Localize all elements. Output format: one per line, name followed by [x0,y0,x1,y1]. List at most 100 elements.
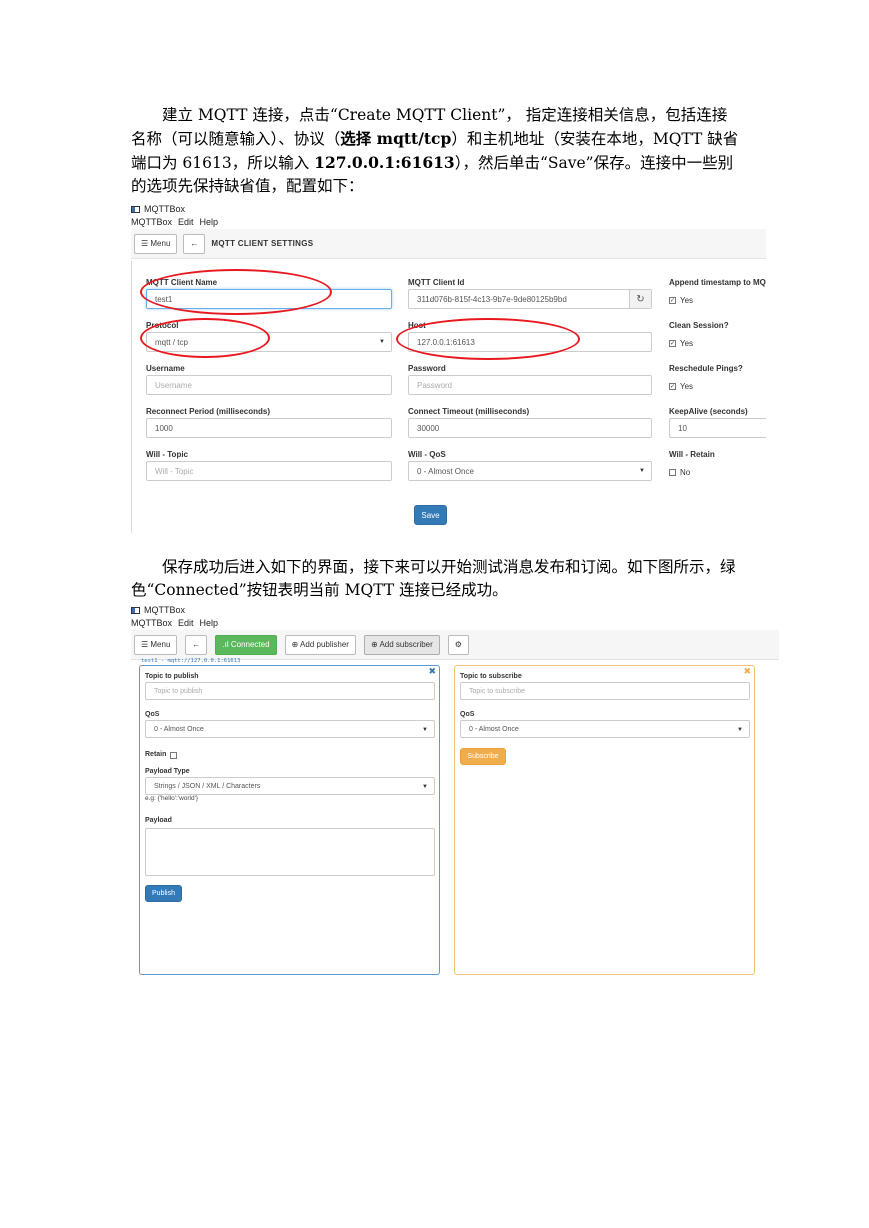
reconnect-input[interactable]: 1000 [146,418,392,438]
menu-help[interactable]: Help [200,216,219,229]
append-ts-label: Append timestamp to MQ [669,278,766,287]
page-title: MQTT CLIENT SETTINGS [211,239,314,248]
clean-session-field: Clean Session? ✓ Yes [669,320,766,350]
menubar: MQTTBox Edit Help [131,216,766,229]
connected-button[interactable]: .ıl Connected [215,634,277,655]
annotation-ellipse-client-name [140,269,332,315]
reschedule-field: Reschedule Pings? ✓ Yes [669,363,766,393]
publish-topic-label: Topic to publish [145,673,199,680]
will-topic-field: Will - Topic Will - Topic [146,449,392,481]
checkbox-checked-icon: ✓ [669,339,676,347]
settings-button[interactable]: ⚙ [447,634,469,655]
back-button[interactable]: ← [183,233,206,254]
menubar: MQTTBox Edit Help [131,617,779,630]
checkbox-checked-icon: ✓ [669,382,676,390]
reschedule-checkbox[interactable]: ✓ Yes [669,379,766,393]
will-retain-checkbox[interactable]: No [669,465,766,479]
subscribe-qos-field: QoS 0 - Almost Once ▼ [460,710,750,738]
payload-type-value: Strings / JSON / XML / Characters [154,782,261,790]
connection-label: test1 - mqtt://127.0.0.1:61613 [141,658,241,664]
payload-type-select[interactable]: Strings / JSON / XML / Characters ▼ [145,777,435,795]
payload-textarea[interactable] [145,828,435,876]
keepalive-label: KeepAlive (seconds) [669,407,748,416]
add-subscriber-button[interactable]: ⊕ Add subscriber [363,634,440,655]
subscribe-topic-field: Topic to subscribe Topic to subscribe [460,672,750,700]
add-publisher-button[interactable]: ⊕ Add publisher [284,634,356,655]
gear-icon: ⚙ [454,640,462,649]
password-input[interactable]: Password [408,375,652,395]
caret-down-icon: ▼ [379,339,385,345]
will-qos-label: Will - QoS [408,450,446,459]
publish-topic-input[interactable]: Topic to publish [145,682,435,700]
subscribe-button-label: Subscribe [467,753,499,760]
subscribe-topic-input[interactable]: Topic to subscribe [460,682,750,700]
menu-mqttbox[interactable]: MQTTBox [131,216,172,229]
retain-checkbox[interactable]: Retain [145,748,435,762]
subscriber-panel: ✖ Topic to subscribe Topic to subscribe … [454,665,755,975]
subscribe-qos-select[interactable]: 0 - Almost Once ▼ [460,720,750,738]
append-ts-checkbox[interactable]: ✓ Yes [669,293,766,307]
menu-button-label: ☰ Menu [141,239,171,248]
keepalive-field: KeepAlive (seconds) 10 [669,406,766,438]
timeout-label: Connect Timeout (milliseconds) [408,407,530,416]
window-title: MQTTBox [144,204,186,214]
menu-button-label: ☰ Menu [141,640,171,649]
annotation-ellipse-protocol [140,318,270,358]
will-qos-select[interactable]: 0 - Almost Once ▼ [408,461,652,481]
menu-edit[interactable]: Edit [178,216,194,229]
subscribe-qos-label: QoS [460,711,475,718]
add-publisher-label: ⊕ Add publisher [291,640,349,649]
annotation-ellipse-host [396,318,580,360]
will-topic-label: Will - Topic [146,450,188,459]
menu-mqttbox[interactable]: MQTTBox [131,617,172,630]
payload-label: Payload [145,817,172,824]
publish-qos-select[interactable]: 0 - Almost Once ▼ [145,720,435,738]
publish-topic-placeholder: Topic to publish [154,687,203,695]
subscribe-topic-placeholder: Topic to subscribe [469,687,526,695]
save-button[interactable]: Save [414,505,447,525]
app-icon [131,607,140,614]
menu-help[interactable]: Help [200,617,219,630]
para-bold-protocol: 选择 mqtt/tcp [340,129,452,148]
arrow-left-icon: ← [192,640,201,649]
menu-button[interactable]: ☰ Menu [134,634,178,655]
clean-session-checkbox[interactable]: ✓ Yes [669,336,766,350]
publish-button[interactable]: Publish [145,885,182,902]
username-input[interactable]: Username [146,375,392,395]
window-titlebar: MQTTBox [131,203,766,216]
settings-screenshot: MQTTBox MQTTBox Edit Help ☰ Menu ← MQTT … [131,203,766,533]
intro-paragraph: 建立 MQTT 连接，点击“Create MQTT Client”， 指定连接相… [131,104,739,198]
payload-type-field: Payload Type Strings / JSON / XML / Char… [145,767,435,802]
timeout-input[interactable]: 30000 [408,418,652,438]
will-retain-option: No [680,467,691,477]
password-field: Password Password [408,363,652,395]
back-button[interactable]: ← [185,634,208,655]
will-topic-input[interactable]: Will - Topic [146,461,392,481]
keepalive-value: 10 [678,423,687,433]
subscribe-button[interactable]: Subscribe [460,748,506,765]
publisher-panel: ✖ Topic to publish Topic to publish QoS … [139,665,440,975]
menu-button[interactable]: ☰ Menu [134,233,178,254]
menu-edit[interactable]: Edit [178,617,194,630]
retain-field: Retain [145,748,435,762]
timeout-value: 30000 [417,423,440,433]
keepalive-input[interactable]: 10 [669,418,766,438]
password-label: Password [408,364,446,373]
window-titlebar: MQTTBox [131,604,779,617]
reschedule-label: Reschedule Pings? [669,364,743,373]
username-placeholder: Username [155,380,192,390]
payload-hint: e.g: {'hello':'world'} [145,795,199,802]
publish-qos-value: 0 - Almost Once [154,725,204,733]
window-title: MQTTBox [144,605,186,615]
client-id-input[interactable]: 311d076b-815f-4c13-9b7e-9de80125b9bd ↻ [408,289,652,309]
add-subscriber-label: ⊕ Add subscriber [370,640,433,649]
save-button-label: Save [421,510,440,520]
will-retain-label: Will - Retain [669,450,715,459]
refresh-icon[interactable]: ↻ [629,290,651,308]
settings-form: MQTT Client Name test1 Protocol mqtt / t… [131,261,766,533]
client-toolbar: ☰ Menu ← .ıl Connected ⊕ Add publisher ⊕… [131,630,779,660]
checkbox-checked-icon: ✓ [669,296,676,304]
checkbox-unchecked-icon [669,468,676,476]
reconnect-field: Reconnect Period (milliseconds) 1000 [146,406,392,438]
will-qos-field: Will - QoS 0 - Almost Once ▼ [408,449,652,481]
